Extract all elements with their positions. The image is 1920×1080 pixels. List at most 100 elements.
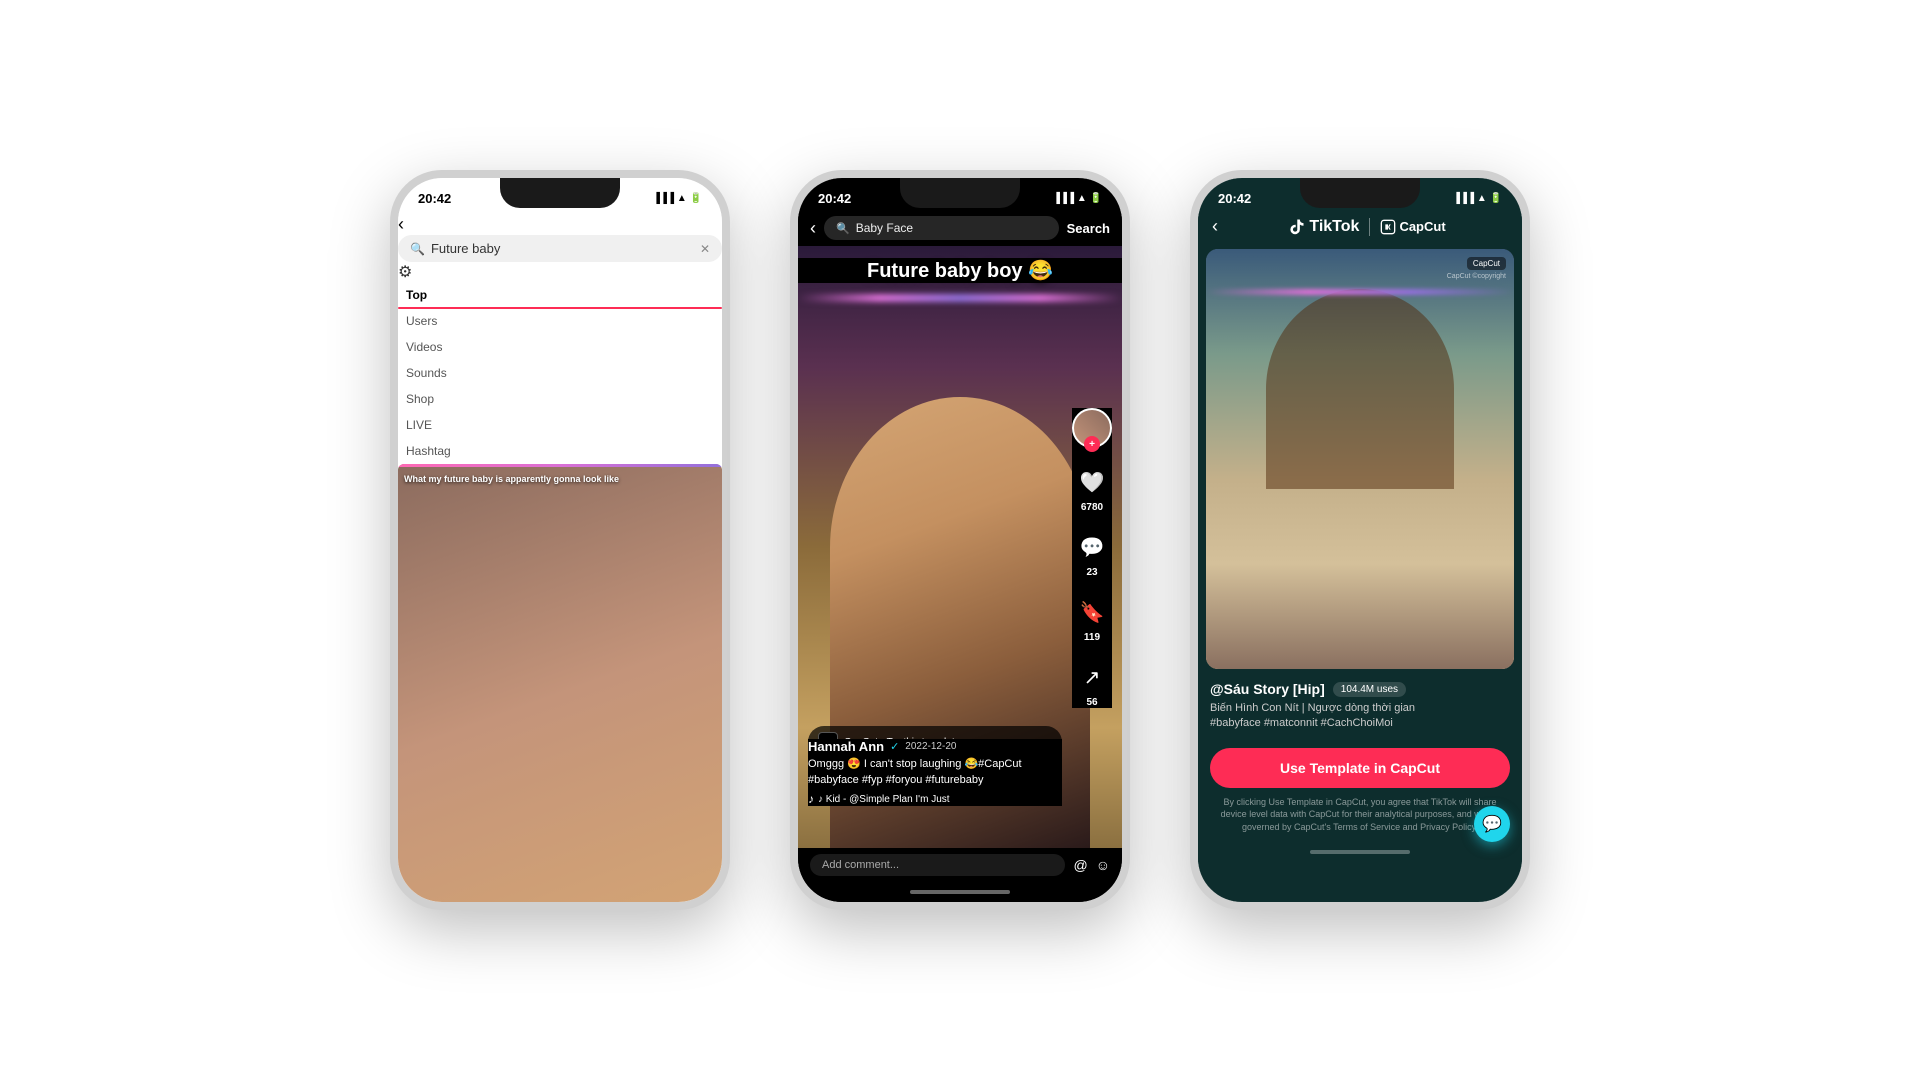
comment-button[interactable]: 💬 23: [1074, 529, 1110, 578]
status-time-1: 20:42: [418, 191, 451, 206]
home-bar-2: [910, 890, 1010, 894]
author-name[interactable]: @Sáu Story [Hip]: [1210, 681, 1325, 697]
filter-icon-1[interactable]: ⚙: [398, 264, 412, 281]
brand-divider: [1369, 218, 1370, 236]
phone-2-screen: 20:42 ▐▐▐ ▲ 🔋 ‹ 🔍 Baby Face Search Futur…: [798, 178, 1122, 902]
tab-shop[interactable]: Shop: [398, 386, 722, 412]
tiktok-logo: TikTok: [1288, 218, 1359, 236]
search-input-2[interactable]: Baby Face: [856, 221, 1047, 235]
home-indicator-3: [1198, 842, 1522, 862]
app-header-3: ‹ TikTok CapCut: [1198, 214, 1522, 245]
right-actions: + 🤍 6780 💬 23 🔖 119 ↗ 56: [1072, 408, 1112, 708]
music-text: ♪ Kid - @Simple Plan I'm Just: [818, 794, 950, 805]
like-count: 6780: [1081, 502, 1103, 513]
back-button-2[interactable]: ‹: [810, 218, 816, 239]
comment-icon: 💬: [1074, 529, 1110, 565]
video-cell-1[interactable]: What my future baby is apparently gonna …: [398, 464, 722, 902]
tab-top[interactable]: Top: [398, 282, 722, 308]
status-icons-1: ▐▐▐ ▲ 🔋: [653, 193, 702, 204]
username-2[interactable]: Hannah Ann: [808, 739, 884, 754]
phone-notch-3: [1300, 178, 1420, 208]
tab-hashtag[interactable]: Hashtag: [398, 438, 722, 464]
search-icon-1: 🔍: [410, 242, 425, 256]
share-button[interactable]: ↗ 56: [1074, 659, 1110, 708]
search-icon-2: 🔍: [836, 222, 850, 235]
status-time-2: 20:42: [818, 191, 851, 206]
brand-logos: TikTok CapCut: [1226, 218, 1508, 236]
video-title: Future baby boy 😂: [798, 258, 1122, 283]
post-date: 2022-12-20: [905, 741, 956, 752]
template-video: CapCut CapCut ©copyright: [1206, 249, 1514, 669]
video-header: ‹ 🔍 Baby Face Search: [798, 214, 1122, 246]
avatar-action[interactable]: +: [1072, 408, 1112, 448]
share-count: 56: [1086, 697, 1097, 708]
mention-icon[interactable]: @: [1073, 857, 1087, 873]
disclaimer: By clicking Use Template in CapCut, you …: [1198, 796, 1522, 842]
search-bar-1: ‹ 🔍 Future baby ✕ ⚙: [398, 214, 722, 282]
phone-notch-2: [900, 178, 1020, 208]
capcut-watermark: CapCut: [1467, 257, 1506, 270]
search-input-wrap-1[interactable]: 🔍 Future baby ✕: [398, 235, 722, 262]
tab-sounds[interactable]: Sounds: [398, 360, 722, 386]
phone-notch-1: [500, 178, 620, 208]
user-line: Hannah Ann ✓ 2022-12-20: [808, 739, 1062, 754]
status-icons-3: ▐▐▐ ▲ 🔋: [1453, 193, 1502, 204]
music-line: ♪ ♪ Kid - @Simple Plan I'm Just: [808, 792, 1062, 806]
clear-icon-1[interactable]: ✕: [700, 242, 710, 256]
capcut-watermark-2: CapCut ©copyright: [1447, 273, 1506, 280]
phone-3: 20:42 ▐▐▐ ▲ 🔋 ‹ TikTok: [1190, 170, 1530, 910]
template-glow-bar: [1206, 289, 1514, 295]
desc-text: Omggg 😍 I can't stop laughing 😂#CapCut #…: [808, 757, 1062, 788]
tab-videos[interactable]: Videos: [398, 334, 722, 360]
status-time-3: 20:42: [1218, 191, 1251, 206]
follow-badge: +: [1084, 436, 1100, 452]
save-count: 119: [1084, 632, 1100, 643]
like-button[interactable]: 🤍 6780: [1074, 464, 1110, 513]
search-input-1[interactable]: Future baby: [431, 241, 694, 256]
tab-live[interactable]: LIVE: [398, 412, 722, 438]
template-info: @Sáu Story [Hip] 104.4M uses Biến Hình C…: [1198, 673, 1522, 740]
girl-portrait: [1206, 249, 1514, 669]
comment-input[interactable]: Add comment...: [810, 854, 1065, 876]
glow-bar: [798, 294, 1122, 302]
share-icon: ↗: [1074, 659, 1110, 695]
phone-2: 20:42 ▐▐▐ ▲ 🔋 ‹ 🔍 Baby Face Search Futur…: [790, 170, 1130, 910]
verified-icon: ✓: [890, 740, 899, 753]
uses-badge: 104.4M uses: [1333, 682, 1406, 697]
status-icons-2: ▐▐▐ ▲ 🔋: [1053, 193, 1102, 204]
video-content: Future baby boy 😂 + 🤍 6780 💬 23: [798, 246, 1122, 848]
emoji-icon[interactable]: ☺: [1096, 857, 1110, 873]
back-button-3[interactable]: ‹: [1212, 216, 1218, 237]
music-icon: ♪: [808, 792, 814, 806]
template-desc: Biến Hình Con Nít | Ngược dòng thời gian…: [1210, 701, 1510, 732]
home-indicator-2: [798, 882, 1122, 902]
comment-bar: Add comment... @ ☺: [798, 848, 1122, 882]
tab-users[interactable]: Users: [398, 308, 722, 334]
template-author: @Sáu Story [Hip] 104.4M uses: [1210, 681, 1510, 697]
back-button-1[interactable]: ‹: [398, 214, 404, 234]
avatar-ring: +: [1072, 408, 1112, 448]
phone-1-screen: 20:42 ▐▐▐ ▲ 🔋 ‹ 🔍 Future baby ✕ ⚙ Top Us…: [398, 178, 722, 902]
chat-icon: 💬: [1482, 814, 1502, 834]
bookmark-icon: 🔖: [1074, 594, 1110, 630]
search-button-2[interactable]: Search: [1067, 221, 1110, 236]
save-button[interactable]: 🔖 119: [1074, 594, 1110, 643]
tabs-1: Top Users Videos Sounds Shop LIVE Hashta…: [398, 282, 722, 464]
use-template-btn[interactable]: Use Template in CapCut: [1210, 748, 1510, 788]
pink-bar-1: [398, 464, 722, 467]
heart-icon: 🤍: [1074, 464, 1110, 500]
phone-3-screen: 20:42 ▐▐▐ ▲ 🔋 ‹ TikTok: [1198, 178, 1522, 902]
video-grid-1: What my future baby is apparently gonna …: [398, 464, 722, 902]
template-content: CapCut CapCut ©copyright: [1206, 249, 1514, 669]
phone-1: 20:42 ▐▐▐ ▲ 🔋 ‹ 🔍 Future baby ✕ ⚙ Top Us…: [390, 170, 730, 910]
overlay-text-1: What my future baby is apparently gonna …: [404, 474, 716, 486]
disclaimer-text: By clicking Use Template in CapCut, you …: [1221, 797, 1500, 832]
desc-text-3: Biến Hình Con Nít | Ngược dòng thời gian…: [1210, 702, 1415, 729]
comment-count: 23: [1086, 567, 1097, 578]
home-bar-3: [1310, 850, 1410, 854]
search-bar-2[interactable]: 🔍 Baby Face: [824, 216, 1059, 240]
comment-icons: @ ☺: [1073, 857, 1110, 873]
capcut-brand-logo: CapCut: [1380, 219, 1445, 235]
video-desc: Hannah Ann ✓ 2022-12-20 Omggg 😍 I can't …: [808, 739, 1062, 806]
float-chat-btn[interactable]: 💬: [1474, 806, 1510, 842]
